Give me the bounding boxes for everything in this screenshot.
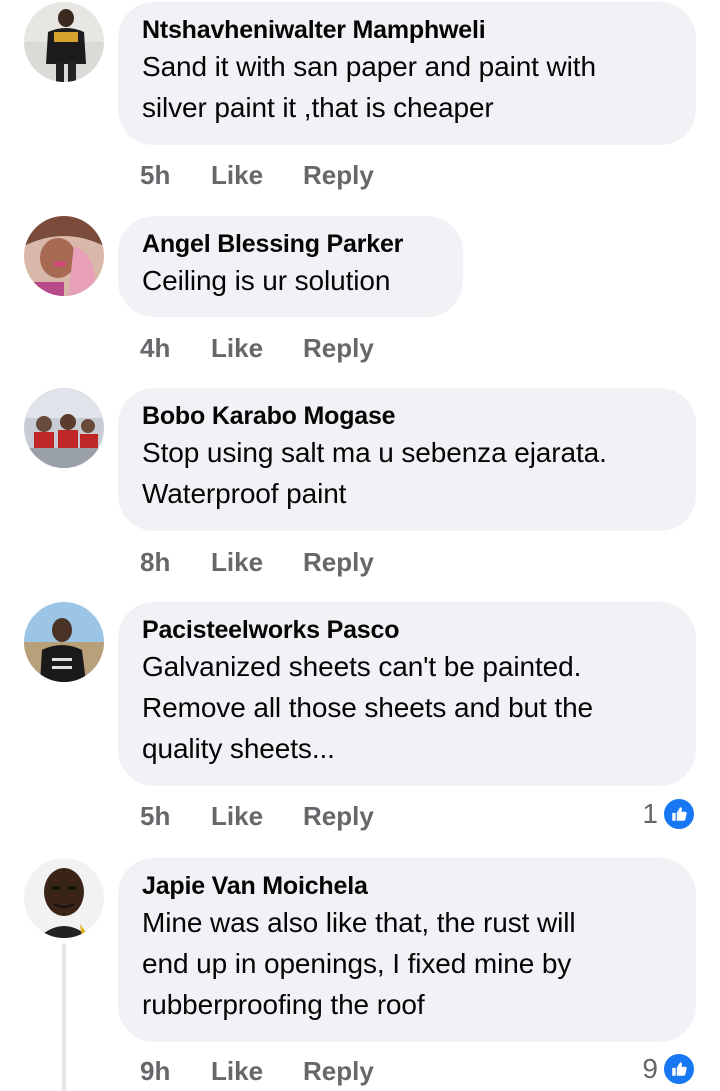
avatar[interactable] <box>24 388 104 468</box>
comment-text-line: Galvanized sheets can't be painted. <box>142 651 582 682</box>
comment-author[interactable]: Angel Blessing Parker <box>142 228 439 260</box>
comment-text-line: end up in openings, I fixed mine by <box>142 948 572 979</box>
comment-text-line: quality sheets... <box>142 733 335 764</box>
reply-button[interactable]: Reply <box>303 328 374 368</box>
reaction-summary[interactable]: 9 <box>642 1049 696 1089</box>
comment-text-line: Remove all those sheets and but the <box>142 692 594 723</box>
thumbs-up-icon <box>662 797 696 831</box>
like-button[interactable]: Like <box>211 542 263 582</box>
comment-timestamp[interactable]: 5h <box>140 796 170 836</box>
comment-timestamp[interactable]: 8h <box>140 542 170 582</box>
thread-line <box>62 944 66 1091</box>
reply-button[interactable]: Reply <box>303 542 374 582</box>
comment-text-line: Ceiling is ur solution <box>142 265 391 296</box>
avatar[interactable] <box>24 602 104 682</box>
comment-text-line: rubberproofing the roof <box>142 989 425 1020</box>
comment-author[interactable]: Japie Van Moichela <box>142 870 672 902</box>
like-button[interactable]: Like <box>211 1051 263 1091</box>
comment-text-line: Waterproof paint <box>142 478 347 509</box>
comment-bubble: Ntshavheniwalter Mamphweli Sand it with … <box>118 2 696 145</box>
reply-button[interactable]: Reply <box>303 1051 374 1091</box>
reaction-count: 1 <box>642 798 658 829</box>
comment-timestamp[interactable]: 5h <box>140 155 170 195</box>
comment-bubble: Japie Van Moichela Mine was also like th… <box>118 858 696 1042</box>
comment-text-line: Stop using salt ma u sebenza ejarata. <box>142 437 607 468</box>
reply-button[interactable]: Reply <box>303 796 374 836</box>
comment-bubble: Pacisteelworks Pasco Galvanized sheets c… <box>118 602 696 786</box>
avatar[interactable] <box>24 216 104 296</box>
comment-author[interactable]: Ntshavheniwalter Mamphweli <box>142 14 672 46</box>
reaction-count: 9 <box>642 1053 658 1084</box>
thumbs-up-icon <box>662 1052 696 1086</box>
like-button[interactable]: Like <box>211 796 263 836</box>
comment-text-line: silver paint it ,that is cheaper <box>142 92 494 123</box>
avatar[interactable] <box>24 858 104 938</box>
avatar[interactable] <box>24 2 104 82</box>
comment-text-line: Mine was also like that, the rust will <box>142 907 576 938</box>
reply-button[interactable]: Reply <box>303 155 374 195</box>
comment-bubble: Bobo Karabo Mogase Stop using salt ma u … <box>118 388 696 531</box>
comment-text-line: Sand it with san paper and paint with <box>142 51 596 82</box>
like-button[interactable]: Like <box>211 328 263 368</box>
comment-bubble: Angel Blessing Parker Ceiling is ur solu… <box>118 216 463 317</box>
comment-author[interactable]: Bobo Karabo Mogase <box>142 400 672 432</box>
comment-timestamp[interactable]: 4h <box>140 328 170 368</box>
like-button[interactable]: Like <box>211 155 263 195</box>
comment-timestamp[interactable]: 9h <box>140 1051 170 1091</box>
reaction-summary[interactable]: 1 <box>642 794 696 834</box>
comment-author[interactable]: Pacisteelworks Pasco <box>142 614 672 646</box>
